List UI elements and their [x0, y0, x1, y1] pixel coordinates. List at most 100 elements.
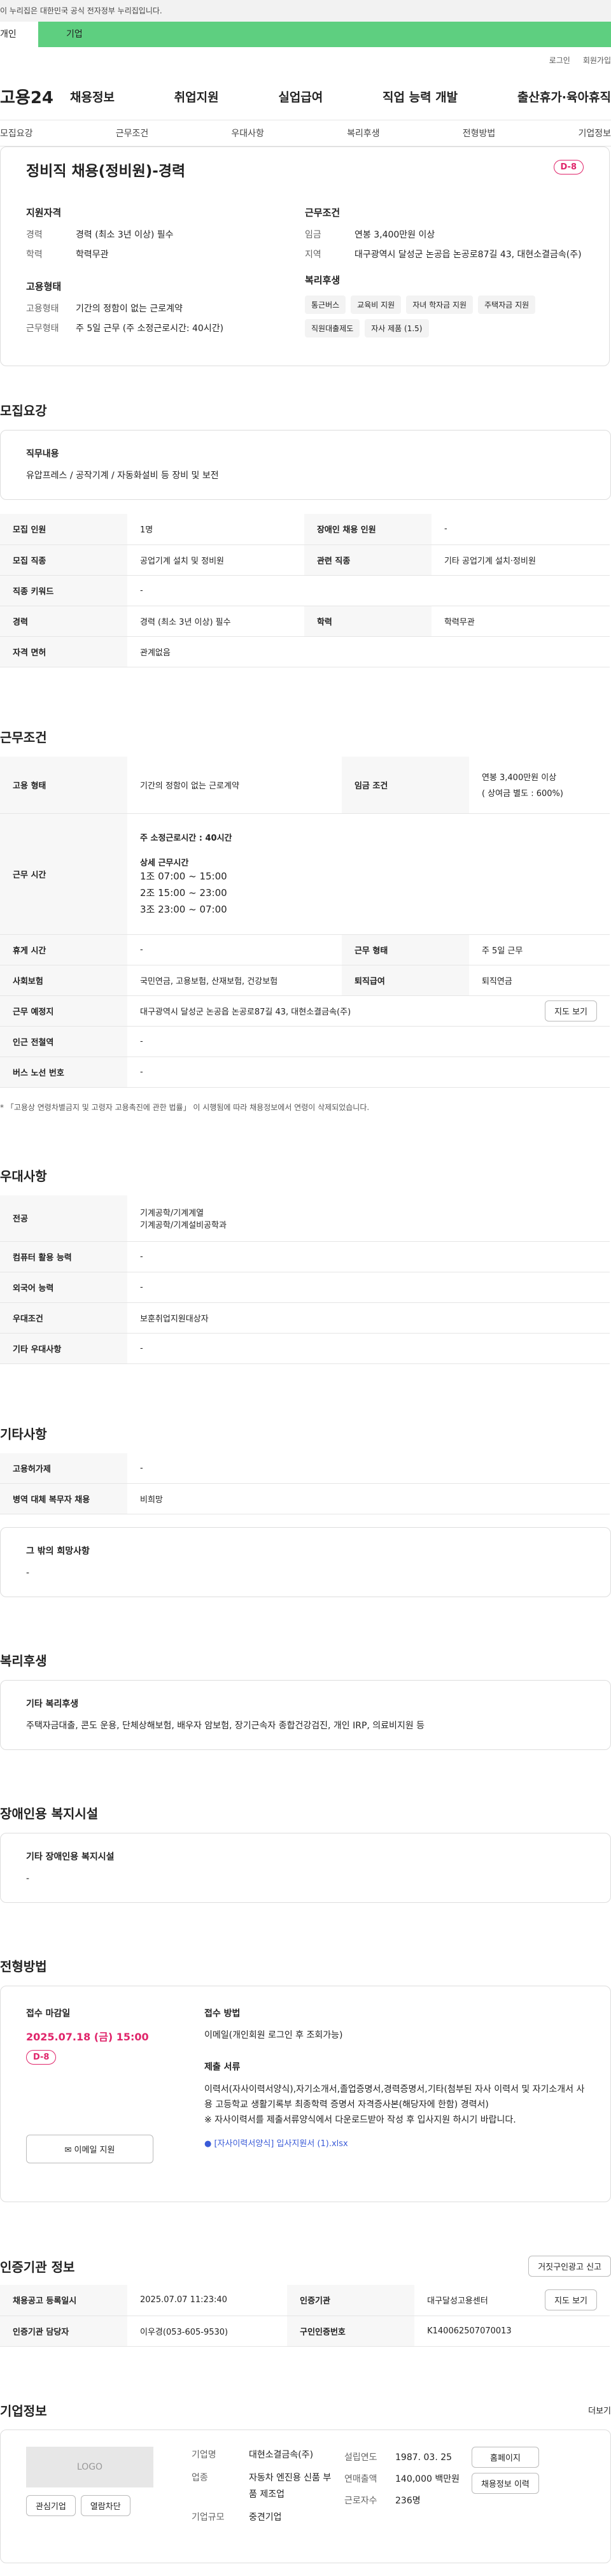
docs-value: 이력서(자사이력서양식),자기소개서,졸업증명서,경력증명서,기타(첨부된 자사…	[204, 2084, 585, 2110]
process-title: 전형방법	[0, 1959, 47, 1974]
global-nav: 고용24 채용정보 취업지원 실업급여 직업 능력 개발 출산휴가·육아휴직	[0, 73, 611, 120]
tab-company[interactable]: 기업	[38, 22, 611, 47]
attachment-name: [자사이력서양식] 입사지원서 (1).xlsx	[214, 2139, 348, 2149]
login-link[interactable]: 로그인	[549, 55, 570, 73]
station-label: 인근 전철역	[0, 1026, 127, 1057]
summary-value: 학력무관	[76, 250, 109, 260]
row-label: 전공	[0, 1195, 127, 1242]
section-tab[interactable]: 기업정보	[578, 120, 611, 146]
rest-label: 휴게 시간	[0, 934, 127, 965]
company-logo: LOGO	[26, 2446, 153, 2487]
section-tab[interactable]: 모집요강	[0, 120, 33, 146]
disability-label: 기타 장애인용 복지시설	[26, 1852, 115, 1862]
row-label: 기타 우대사항	[0, 1333, 127, 1364]
disability-title: 장애인용 복지시설	[0, 1806, 99, 1821]
attachment-link[interactable]: ● [자사이력서양식] 입사지원서 (1).xlsx	[204, 2137, 585, 2149]
org-value: 대구달성고용센터	[427, 2296, 488, 2307]
section-tab[interactable]: 근무조건	[116, 120, 149, 146]
hours-cell: 주 소정근로시간 : 40시간 상세 근무시간 1조 07:00 ~ 15:00 2조…	[127, 813, 610, 935]
block-button[interactable]: 열람차단	[80, 2494, 130, 2516]
summary-key: 근무형태	[26, 324, 59, 334]
industry-value: 자동차 엔진용 신품 부품 제조업	[249, 2472, 332, 2500]
summary-value: 주 5일 근무 (주 소정근로시간: 40시간)	[76, 324, 224, 334]
section-tab[interactable]: 우대사항	[231, 120, 264, 146]
gnb-item[interactable]: 직업 능력 개발	[383, 88, 458, 105]
gnb-item[interactable]: 출산휴가·육아휴직	[517, 88, 611, 105]
summary-row: 지역 대구광역시 달성군 논공읍 논공로87길 43, 대현소결금속(주)	[305, 248, 584, 260]
welfare-chip: 직원대출제도	[305, 319, 360, 338]
shift-item: 1조 07:00 ~ 15:00	[140, 870, 227, 882]
summary-key: 경력	[26, 230, 43, 240]
worktype-value: 주 5일 근무	[468, 934, 610, 965]
founded-label: 설립연도	[344, 2452, 377, 2463]
hours-week: 주 소정근로시간 : 40시간	[140, 833, 232, 843]
wage-cell: 연봉 3,400만원 이상 ( 상여금 별도 : 600%)	[468, 756, 610, 814]
etc-title: 기타사항	[0, 1426, 47, 1442]
email-apply-button[interactable]: ✉ 이메일 지원	[26, 2135, 153, 2163]
user-tabs: 개인 기업	[0, 22, 611, 47]
homepage-button[interactable]: 홈페이지	[472, 2446, 539, 2468]
agency-map-button[interactable]: 지도 보기	[545, 2289, 597, 2311]
recruit-title: 모집요강	[0, 403, 47, 418]
size-value: 중견기업	[249, 2512, 282, 2523]
table-row: 병역 대체 복무자 채용 비희망	[0, 1483, 610, 1514]
table-row: 외국어 능력 -	[0, 1272, 610, 1303]
job-history-button[interactable]: 채용정보 이력	[472, 2472, 539, 2494]
company-title: 기업정보	[0, 2403, 47, 2419]
report-button[interactable]: 거짓구인광고 신고	[528, 2255, 611, 2277]
row-label: 우대조건	[0, 1302, 127, 1334]
summary-value: 경력 (최소 3년 이상) 필수	[76, 230, 174, 240]
summary-key: 지역	[305, 250, 321, 260]
agency-title: 인증기관 정보	[0, 2259, 75, 2275]
row-label: 자격 면허	[0, 636, 127, 667]
summary-key: 학력	[26, 250, 43, 260]
qualification-heading: 지원자격	[26, 207, 62, 218]
mgr-value: 이우경(053-605-9530)	[127, 2316, 288, 2347]
gnb-item[interactable]: 취업지원	[174, 88, 219, 105]
employment-list: 고용형태 기간의 정함이 없는 근로계약 근무형태 주 5일 근무 (주 소정근로시간…	[26, 302, 305, 334]
company-header: 기업정보 더보기	[0, 2391, 611, 2430]
deadline-label: 접수 마감일	[26, 2009, 71, 2019]
hours-detail-title: 상세 근무시간	[140, 858, 189, 868]
mgr-label: 인증기관 담당자	[0, 2316, 127, 2347]
sales-label: 연매출액	[344, 2473, 377, 2484]
company-more-link[interactable]: 더보기	[588, 2404, 611, 2416]
org-cell: 대구달성고용센터 지도 보기	[414, 2285, 610, 2316]
file-icon: ●	[204, 2139, 214, 2149]
table-row: 고용허가제 -	[0, 1453, 610, 1484]
table-row: 직종 키워드 -	[0, 575, 610, 606]
row-label: 장애인 채용 인원	[304, 514, 432, 545]
tab-personal[interactable]: 개인	[0, 22, 38, 47]
wage-note: ( 상여금 별도 : 600%)	[481, 789, 563, 799]
name-value: 대현소결금속(주)	[249, 2449, 314, 2460]
gnb-item[interactable]: 채용정보	[70, 88, 115, 105]
row-label: 외국어 능력	[0, 1272, 127, 1303]
section-tab[interactable]: 복리후생	[347, 120, 380, 146]
table-row: 자격 면허 관계없음	[0, 636, 610, 667]
wage-label: 임금 조건	[341, 756, 469, 814]
pref-table: 전공 기계공학/기계계열 기계공학/기계설비공학과 컴퓨터 활용 능력 - 외국어 능력 -…	[0, 1195, 610, 1364]
row-value-line: -	[140, 1282, 143, 1292]
summary-value: 기간의 정함이 없는 근로계약	[76, 304, 183, 314]
site-logo[interactable]: 고용24	[0, 85, 70, 108]
etc-table: 고용허가제 - 병역 대체 복무자 채용 비희망	[0, 1453, 610, 1514]
gnb-item[interactable]: 실업급여	[278, 88, 323, 105]
reg-value: 2025.07.07 11:23:40	[127, 2285, 288, 2316]
table-row: 모집 인원 1명 장애인 채용 인원 -	[0, 514, 610, 545]
insurance-value: 국민연금, 고용보험, 산재보험, 건강보험	[127, 965, 342, 996]
process-dday-badge: D-8	[26, 2050, 57, 2065]
place-value: 대구광역시 달성군 논공읍 논공로87길 43, 대현소결금속(주)	[140, 1007, 351, 1017]
join-link[interactable]: 회원가입	[583, 55, 611, 73]
row-value: 기계공학/기계계열 기계공학/기계설비공학과	[127, 1195, 610, 1242]
welfare-chip: 통근버스	[305, 295, 346, 314]
map-button[interactable]: 지도 보기	[545, 1000, 597, 1021]
rest-value: -	[127, 934, 342, 965]
num-label: 구인인증번호	[287, 2316, 415, 2347]
org-label: 인증기관	[287, 2285, 415, 2316]
row-value: 학력무관	[431, 606, 610, 637]
welfare-box: 기타 복리후생 주택자금대출, 콘도 운용, 단체상해보험, 배우자 암보험, …	[0, 1680, 611, 1750]
other-wish-label: 그 밖의 희망사항	[26, 1546, 90, 1556]
section-tab[interactable]: 전형방법	[463, 120, 496, 146]
favorite-button[interactable]: 관심기업	[26, 2494, 76, 2516]
conditions-list: 임금 연봉 3,400만원 이상 지역 대구광역시 달성군 논공읍 논공로87길 43…	[305, 228, 584, 260]
